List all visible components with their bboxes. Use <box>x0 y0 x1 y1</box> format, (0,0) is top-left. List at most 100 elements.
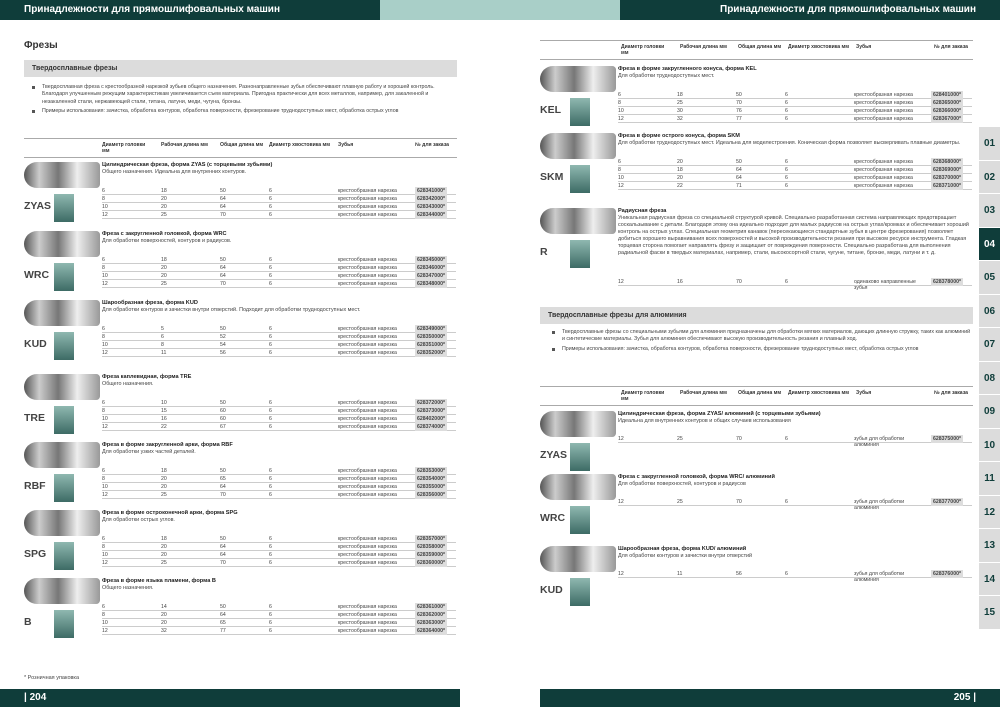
col-work-length: Рабочая длина мм <box>680 44 727 50</box>
table-row: 12 25 70 6 зубья для обработки алюминия 62837… <box>618 498 972 511</box>
cell-order-number: 628402000* <box>415 415 447 423</box>
chapter-tab-02[interactable]: 02 <box>979 160 1000 194</box>
col-total-length: Общая длина мм <box>738 390 782 396</box>
cell-teeth: крестообразная нарезка <box>338 628 397 634</box>
cell-diameter: 10 <box>102 484 108 490</box>
product-photo <box>24 442 100 468</box>
chapter-tab-14[interactable]: 14 <box>979 562 1000 596</box>
chapter-tab-06[interactable]: 06 <box>979 294 1000 328</box>
cell-teeth: крестообразная нарезка <box>338 424 397 430</box>
cell-shank: 6 <box>269 350 272 356</box>
col-diameter: Диаметр головки мм <box>621 390 665 402</box>
cell-diameter: 12 <box>618 436 624 442</box>
chapter-tab-10[interactable]: 10 <box>979 428 1000 462</box>
cell-teeth: крестообразная нарезка <box>338 334 397 340</box>
chapter-tab-05[interactable]: 05 <box>979 261 1000 295</box>
cell-diameter: 6 <box>102 326 105 332</box>
chapter-tab-11[interactable]: 11 <box>979 462 1000 496</box>
col-total-length: Общая длина мм <box>738 44 782 50</box>
cell-work-length: 15 <box>161 408 167 414</box>
table-row: 12 25 70 6 крестообразная нарезка 628360000* <box>102 559 456 567</box>
cell-diameter: 6 <box>618 92 621 98</box>
cell-teeth: крестообразная нарезка <box>338 552 397 558</box>
chapter-tab-07[interactable]: 07 <box>979 328 1000 362</box>
chapter-tab-15[interactable]: 15 <box>979 596 1000 630</box>
cell-total-length: 64 <box>220 204 226 210</box>
table-row: 6 18 50 6 крестообразная нарезка 628353000* <box>102 467 456 475</box>
product-photo <box>540 474 616 500</box>
cell-diameter: 8 <box>618 100 621 106</box>
chapter-tab-12[interactable]: 12 <box>979 495 1000 529</box>
cell-work-length: 11 <box>677 571 683 577</box>
cell-teeth: крестообразная нарезка <box>338 408 397 414</box>
chapter-tab-08[interactable]: 08 <box>979 361 1000 395</box>
product-code: R <box>540 246 548 258</box>
cell-order-number: 628376000* <box>931 570 963 578</box>
product-title: Фреза в форме остроконечной арки, форма … <box>102 510 238 516</box>
cell-total-length: 70 <box>220 212 226 218</box>
cell-order-number: 628377000* <box>931 498 963 506</box>
col-teeth: Зубья <box>338 142 354 148</box>
cell-shank: 6 <box>269 326 272 332</box>
col-diameter: Диаметр головки мм <box>621 44 665 56</box>
cell-total-length: 64 <box>736 175 742 181</box>
table-row: 8 20 64 6 крестообразная нарезка 628358000* <box>102 543 456 551</box>
cell-total-length: 50 <box>736 159 742 165</box>
product-photo <box>24 578 100 604</box>
product-title: Фреза с закругленной головкой, форма WRC… <box>618 474 775 480</box>
product-photo <box>540 208 616 234</box>
cell-diameter: 8 <box>102 476 105 482</box>
cell-order-number: 628364000* <box>415 627 447 635</box>
cell-order-number: 628371000* <box>931 182 963 190</box>
chapter-tab-09[interactable]: 09 <box>979 395 1000 429</box>
table-row: 8 20 64 6 крестообразная нарезка 628346000* <box>102 264 456 272</box>
cell-shank: 6 <box>269 188 272 194</box>
cell-total-length: 60 <box>220 416 226 422</box>
table-row: 10 20 65 6 крестообразная нарезка 628363000* <box>102 619 456 627</box>
header-left: Принадлежности для прямошлифовальных маш… <box>0 0 380 20</box>
chapter-tab-01[interactable]: 01 <box>979 127 1000 161</box>
product-description: Для обработки контуров и зачистки внутри… <box>102 307 361 313</box>
cell-total-length: 50 <box>220 257 226 263</box>
cell-order-number: 628362000* <box>415 611 447 619</box>
table-row: 12 25 70 6 зубья для обработки алюминия 62837… <box>618 435 972 448</box>
section-bar: Твердосплавные фрезы <box>24 60 457 77</box>
cell-total-length: 50 <box>220 400 226 406</box>
product-detail-photo <box>570 240 590 268</box>
cell-diameter: 12 <box>102 628 108 634</box>
cell-total-length: 70 <box>736 436 742 442</box>
cell-total-length: 52 <box>220 334 226 340</box>
table-row: 10 16 60 6 крестообразная нарезка 628402000* <box>102 415 456 423</box>
product-title: Радиусная фреза <box>618 208 667 214</box>
cell-diameter: 6 <box>102 257 105 263</box>
cell-total-length: 70 <box>736 279 742 285</box>
chapter-tab-04[interactable]: 04 <box>979 227 1000 261</box>
cell-work-length: 22 <box>161 424 167 430</box>
chapter-tab-13[interactable]: 13 <box>979 529 1000 563</box>
table-row: 12 25 70 6 крестообразная нарезка 628356000* <box>102 491 456 499</box>
col-order: № для заказа <box>415 142 449 148</box>
cell-order-number: 628358000* <box>415 543 447 551</box>
product-title: Фреза в форме закругленного конуса, форм… <box>618 66 757 72</box>
chapter-tab-03[interactable]: 03 <box>979 194 1000 228</box>
cell-total-length: 50 <box>220 536 226 542</box>
cell-shank: 6 <box>269 620 272 626</box>
cell-diameter: 10 <box>102 620 108 626</box>
cell-diameter: 12 <box>618 116 624 122</box>
chapter-tabs: 01 02 03 04 05 06 07 08 09 10 11 12 13 14 15 <box>979 127 1000 630</box>
cell-total-length: 50 <box>220 326 226 332</box>
cell-teeth: крестообразная нарезка <box>338 468 397 474</box>
cell-total-length: 64 <box>220 612 226 618</box>
col-order: № для заказа <box>934 44 968 50</box>
page-title: Фрезы <box>24 40 58 51</box>
col-shank: Диаметр хвостовика мм <box>788 44 850 50</box>
cell-teeth: крестообразная нарезка <box>854 175 913 181</box>
cell-work-length: 32 <box>161 628 167 634</box>
table-row: 12 11 56 6 крестообразная нарезка 628352000* <box>102 349 456 357</box>
cell-diameter: 12 <box>102 424 108 430</box>
cell-shank: 6 <box>269 468 272 474</box>
product-description: Общего назначения. Идеальна для внутренн… <box>102 169 247 175</box>
table-row: 10 8 54 6 крестообразная нарезка 628351000* <box>102 341 456 349</box>
table-row: 10 20 64 6 крестообразная нарезка 628359000* <box>102 551 456 559</box>
bullet-list: Твердосплавная фреза с крестообразной на… <box>32 84 452 118</box>
